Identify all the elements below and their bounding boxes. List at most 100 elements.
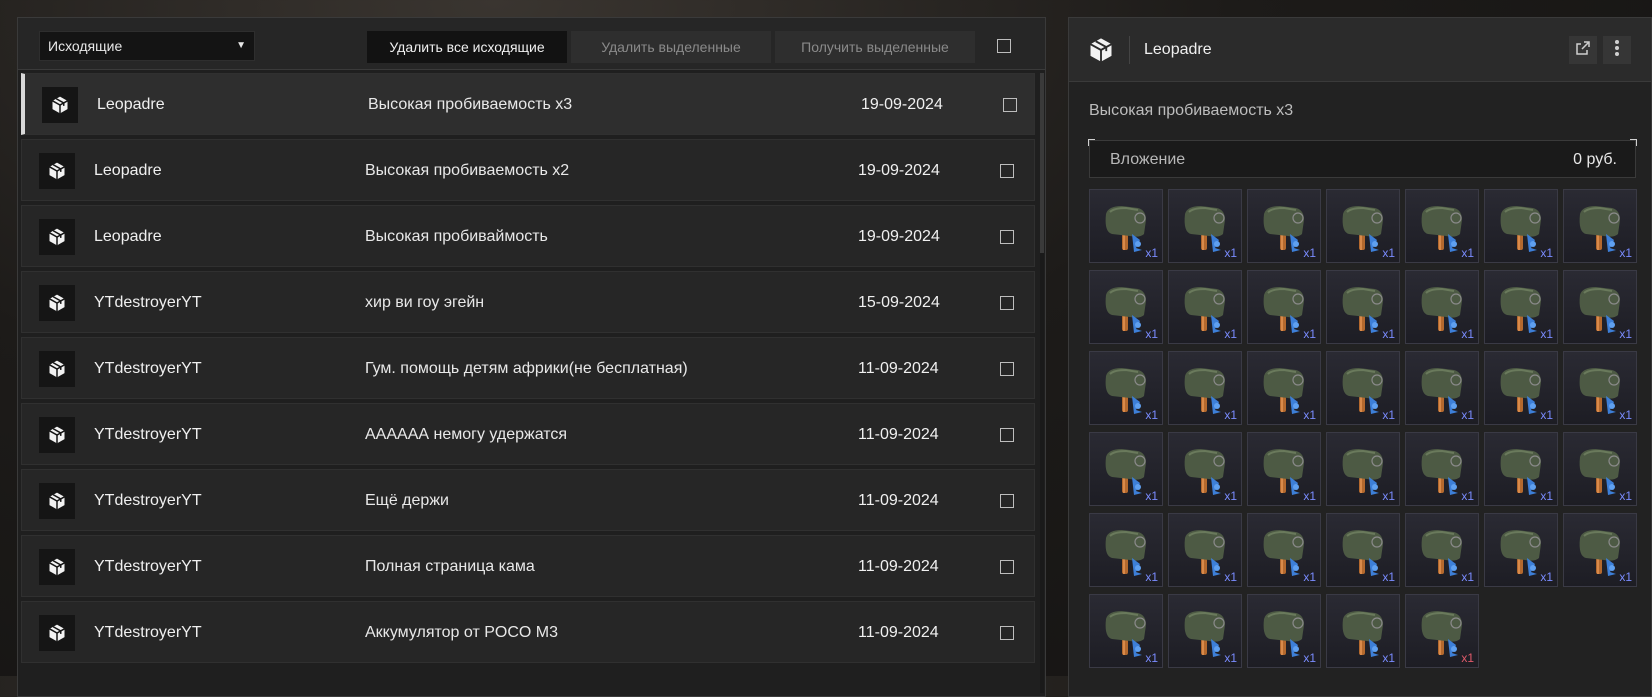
attachment-item[interactable]: x1 <box>1484 513 1558 587</box>
row-checkbox[interactable] <box>1000 230 1014 244</box>
attachment-item[interactable]: x1 <box>1089 270 1163 344</box>
attachment-item[interactable]: x1 <box>1405 189 1479 263</box>
attachment-item[interactable]: x1 <box>1405 351 1479 425</box>
attachment-item[interactable]: x1 <box>1326 270 1400 344</box>
item-quantity: x1 <box>1382 570 1395 584</box>
attachment-item[interactable]: x1 <box>1484 189 1558 263</box>
attachment-item[interactable]: x1 <box>1563 189 1637 263</box>
item-quantity: x1 <box>1382 489 1395 503</box>
attachment-label: Вложение <box>1110 151 1186 168</box>
package-icon <box>39 153 75 189</box>
item-quantity: x1 <box>1224 651 1237 665</box>
package-icon <box>39 417 75 453</box>
attachment-item[interactable]: x1 <box>1326 432 1400 506</box>
more-menu-button[interactable] <box>1603 36 1631 64</box>
scrollbar[interactable] <box>1040 73 1044 693</box>
row-checkbox[interactable] <box>1000 560 1014 574</box>
mail-date: 11-09-2024 <box>858 558 939 575</box>
mail-row[interactable]: YTdestroyerYT Полная страница кама 11-09-2… <box>21 535 1035 597</box>
item-quantity: x1 <box>1461 408 1474 422</box>
mail-sender: Leopadre <box>94 162 162 179</box>
delete-selected-button[interactable]: Удалить выделенные <box>571 31 771 63</box>
item-quantity: x1 <box>1382 651 1395 665</box>
attachment-item[interactable]: x1 <box>1326 594 1400 668</box>
mail-sender: YTdestroyerYT <box>94 294 202 311</box>
item-quantity: x1 <box>1145 327 1158 341</box>
item-quantity: x1 <box>1382 327 1395 341</box>
attachment-item[interactable]: x1 <box>1089 351 1163 425</box>
mail-date: 11-09-2024 <box>858 426 939 443</box>
mail-filter-select[interactable]: Исходящие ▼ <box>39 31 255 61</box>
item-quantity: x1 <box>1303 570 1316 584</box>
attachment-item[interactable]: x1 <box>1168 270 1242 344</box>
package-icon <box>39 549 75 585</box>
attachment-item[interactable]: x1 <box>1563 432 1637 506</box>
attachment-item[interactable]: x1 <box>1168 513 1242 587</box>
attachment-item[interactable]: x1 <box>1247 189 1321 263</box>
row-checkbox[interactable] <box>1000 296 1014 310</box>
attachment-item[interactable]: x1 <box>1247 270 1321 344</box>
item-quantity: x1 <box>1303 246 1316 260</box>
package-icon <box>1087 36 1115 69</box>
mail-row[interactable]: YTdestroyerYT Аккумулятор от POCO M3 11-09… <box>21 601 1035 663</box>
mail-filter-value: Исходящие <box>48 38 123 54</box>
attachment-item[interactable]: x1 <box>1089 432 1163 506</box>
mail-row[interactable]: Leopadre Высокая пробиваймость 19-09-2024 <box>21 205 1035 267</box>
attachment-item[interactable]: x1 <box>1247 351 1321 425</box>
attachment-item[interactable]: x1 <box>1326 189 1400 263</box>
attachment-item[interactable]: x1 <box>1563 270 1637 344</box>
attachment-item[interactable]: x1 <box>1405 594 1479 668</box>
item-quantity: x1 <box>1619 246 1632 260</box>
package-icon <box>39 285 75 321</box>
attachment-item[interactable]: x1 <box>1089 189 1163 263</box>
attachment-item[interactable]: x1 <box>1247 594 1321 668</box>
item-quantity: x1 <box>1303 408 1316 422</box>
mail-subject: Аккумулятор от POCO M3 <box>365 624 558 641</box>
attachment-item[interactable]: x1 <box>1089 513 1163 587</box>
mail-row[interactable]: Leopadre Высокая пробиваемость x2 19-09-20… <box>21 139 1035 201</box>
item-quantity: x1 <box>1145 246 1158 260</box>
attachment-item[interactable]: x1 <box>1247 432 1321 506</box>
row-checkbox[interactable] <box>1000 362 1014 376</box>
open-external-button[interactable] <box>1569 36 1597 64</box>
attachment-item[interactable]: x1 <box>1563 351 1637 425</box>
mail-date: 11-09-2024 <box>858 492 939 509</box>
mail-row[interactable]: YTdestroyerYT АААААА немогу удержатся 11-0… <box>21 403 1035 465</box>
attachment-item[interactable]: x1 <box>1484 351 1558 425</box>
mail-row[interactable]: Leopadre Высокая пробиваемость x3 19-09-20… <box>21 73 1035 135</box>
row-checkbox[interactable] <box>1003 98 1017 112</box>
get-selected-button[interactable]: Получить выделенные <box>775 31 975 63</box>
attachment-item[interactable]: x1 <box>1247 513 1321 587</box>
mail-row[interactable]: YTdestroyerYT Ещё держи 11-09-2024 <box>21 469 1035 531</box>
attachment-item[interactable]: x1 <box>1168 432 1242 506</box>
row-checkbox[interactable] <box>1000 626 1014 640</box>
mail-row[interactable]: YTdestroyerYT Гум. помощь детям африки(не… <box>21 337 1035 399</box>
mail-row[interactable]: YTdestroyerYT хир ви гоу эгейн 15-09-2024 <box>21 271 1035 333</box>
select-all-checkbox[interactable] <box>997 39 1011 53</box>
item-quantity: x1 <box>1540 327 1553 341</box>
attachment-item[interactable]: x1 <box>1089 594 1163 668</box>
item-quantity: x1 <box>1224 489 1237 503</box>
attachment-item[interactable]: x1 <box>1405 432 1479 506</box>
item-quantity: x1 <box>1461 489 1474 503</box>
attachment-item[interactable]: x1 <box>1168 189 1242 263</box>
attachment-item[interactable]: x1 <box>1563 513 1637 587</box>
mail-sender: YTdestroyerYT <box>94 624 202 641</box>
item-quantity: x1 <box>1224 408 1237 422</box>
item-quantity: x1 <box>1382 408 1395 422</box>
attachment-item[interactable]: x1 <box>1405 270 1479 344</box>
row-checkbox[interactable] <box>1000 164 1014 178</box>
attachment-item[interactable]: x1 <box>1484 270 1558 344</box>
attachment-item[interactable]: x1 <box>1326 351 1400 425</box>
item-quantity: x1 <box>1619 408 1632 422</box>
attachment-item[interactable]: x1 <box>1326 513 1400 587</box>
row-checkbox[interactable] <box>1000 428 1014 442</box>
attachment-item[interactable]: x1 <box>1168 351 1242 425</box>
attachment-item[interactable]: x1 <box>1405 513 1479 587</box>
scrollbar-thumb[interactable] <box>1040 73 1044 253</box>
row-checkbox[interactable] <box>1000 494 1014 508</box>
item-quantity: x1 <box>1303 327 1316 341</box>
attachment-item[interactable]: x1 <box>1484 432 1558 506</box>
attachment-item[interactable]: x1 <box>1168 594 1242 668</box>
delete-all-outgoing-button[interactable]: Удалить все исходящие <box>367 31 567 63</box>
